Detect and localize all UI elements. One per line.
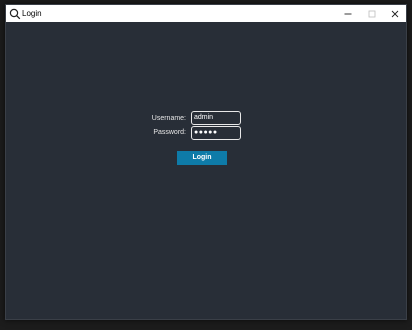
search-icon (9, 7, 21, 20)
maximize-icon (368, 5, 376, 23)
title-bar[interactable]: Login (6, 5, 406, 22)
close-button[interactable] (384, 5, 406, 22)
login-window: Login Username: admin Password: ●●●●● Lo (5, 4, 407, 320)
login-form-area: Username: admin Password: ●●●●● Login (6, 22, 406, 319)
username-field[interactable]: admin (191, 111, 241, 125)
minimize-icon (344, 5, 352, 23)
password-field[interactable]: ●●●●● (191, 126, 241, 140)
password-label: Password: (153, 129, 186, 136)
username-label: Username: (151, 115, 186, 122)
close-icon (391, 5, 399, 23)
maximize-button[interactable] (361, 5, 383, 22)
login-button[interactable]: Login (177, 151, 227, 165)
minimize-button[interactable] (337, 5, 359, 22)
window-title: Login (22, 9, 42, 18)
